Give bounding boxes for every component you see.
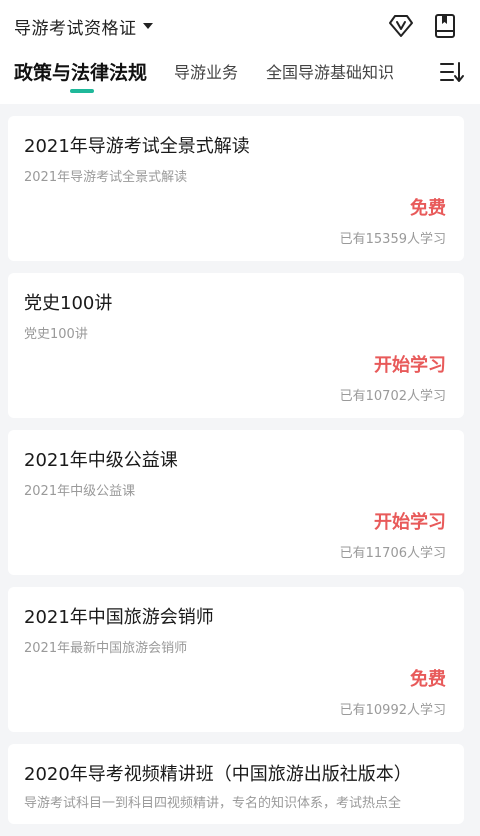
- active-tab-indicator: [70, 89, 94, 93]
- course-subtitle: 2021年最新中国旅游会销师: [24, 641, 188, 656]
- course-title: 2021年中国旅游会销师: [24, 607, 214, 628]
- course-card[interactable]: 2020年导考视频精讲班（中国旅游出版社版本） 导游考试科目一到科目四视频精讲，…: [8, 744, 464, 824]
- course-title: 党史100讲: [24, 293, 113, 314]
- bookmark-book-icon[interactable]: [430, 11, 460, 41]
- course-subtitle: 导游考试科目一到科目四视频精讲，专名的知识体系，考试热点全: [24, 796, 402, 811]
- course-card[interactable]: 2021年导游考试全景式解读 2021年导游考试全景式解读 免费 已有15359…: [8, 116, 464, 261]
- course-subtitle: 2021年导游考试全景式解读: [24, 170, 188, 185]
- course-card[interactable]: 党史100讲 党史100讲 开始学习 已有10702人学习: [8, 273, 464, 418]
- learner-count: 已有11706人学习: [339, 546, 446, 561]
- course-title: 2021年导游考试全景式解读: [24, 136, 250, 157]
- course-price: 免费: [410, 198, 446, 219]
- course-price: 免费: [410, 669, 446, 690]
- tab-guide-business[interactable]: 导游业务: [174, 58, 238, 88]
- course-subtitle: 2021年中级公益课: [24, 484, 136, 499]
- sort-list-icon[interactable]: [436, 56, 468, 88]
- top-bar: 导游考试资格证: [0, 0, 480, 52]
- category-tabs: 政策与法律法规 导游业务 全国导游基础知识: [0, 52, 480, 98]
- learner-count: 已有15359人学习: [339, 232, 446, 247]
- start-learning-button[interactable]: 开始学习: [374, 508, 446, 534]
- learner-count: 已有10702人学习: [339, 389, 446, 404]
- certificate-label: 导游考试资格证: [14, 18, 137, 39]
- start-learning-button[interactable]: 开始学习: [374, 351, 446, 377]
- tab-policy-law[interactable]: 政策与法律法规: [14, 58, 147, 88]
- course-title: 2021年中级公益课: [24, 450, 178, 471]
- course-card[interactable]: 2021年中国旅游会销师 2021年最新中国旅游会销师 免费 已有10992人学…: [8, 587, 464, 732]
- course-subtitle: 党史100讲: [24, 327, 88, 342]
- caret-down-icon: [142, 23, 153, 29]
- tab-basic-knowledge[interactable]: 全国导游基础知识: [266, 58, 394, 88]
- learner-count: 已有10992人学习: [339, 703, 446, 718]
- course-title: 2020年导考视频精讲班（中国旅游出版社版本）: [24, 764, 412, 785]
- certificate-selector[interactable]: 导游考试资格证: [14, 12, 153, 40]
- vip-diamond-icon[interactable]: [386, 11, 416, 41]
- course-list: 2021年导游考试全景式解读 2021年导游考试全景式解读 免费 已有15359…: [8, 116, 464, 836]
- app-header: 导游考试资格证 政策与法律法规 导游业务 全国导游基础知识: [0, 0, 480, 104]
- course-card[interactable]: 2021年中级公益课 2021年中级公益课 开始学习 已有11706人学习: [8, 430, 464, 575]
